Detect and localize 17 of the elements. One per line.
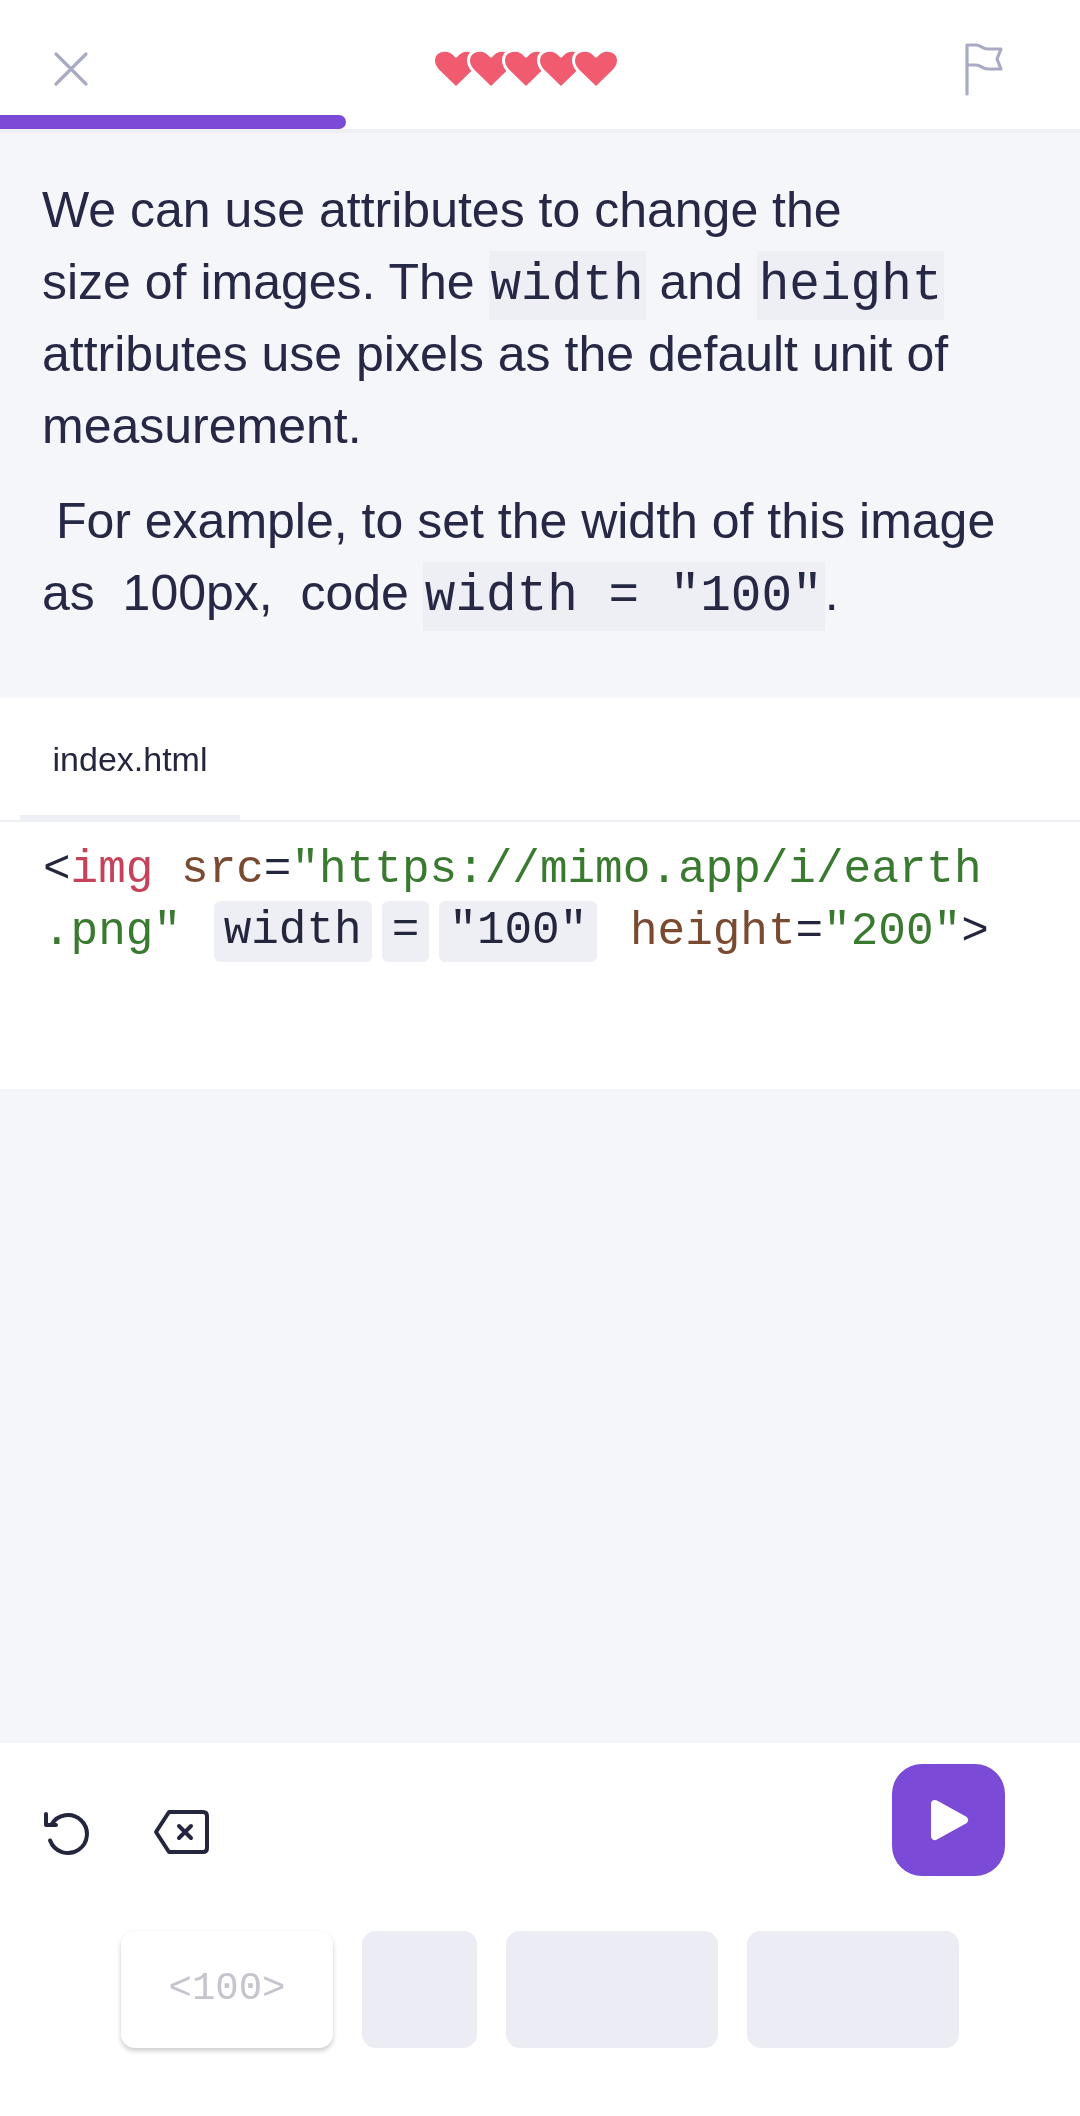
file-tab[interactable]: index.html xyxy=(20,698,240,820)
answer-chip[interactable]: = xyxy=(381,901,430,962)
reset-icon xyxy=(42,1809,90,1857)
close-icon xyxy=(53,50,89,87)
reset-button[interactable] xyxy=(42,1809,90,1857)
lesson-text: For example, to set the width of this image as 100px, code width = "100". xyxy=(42,485,1038,629)
code-text: .png" xyxy=(43,906,183,958)
code-text: <img src="https://mimo.app/i/earth xyxy=(43,844,982,896)
answer-chip[interactable]: "100" xyxy=(439,901,598,962)
backspace-button[interactable] xyxy=(152,1809,210,1855)
answer-chip[interactable]: width xyxy=(213,901,372,962)
code-text: height="200"> xyxy=(628,906,989,958)
flag-icon xyxy=(963,41,1005,96)
lesson-text: We can use attributes to change the size of images. The width and height attributes use pixels as the default unit of measurement. xyxy=(42,181,950,456)
run-button[interactable] xyxy=(892,1764,1005,1876)
backspace-icon xyxy=(152,1809,210,1855)
play-icon xyxy=(928,1798,969,1842)
